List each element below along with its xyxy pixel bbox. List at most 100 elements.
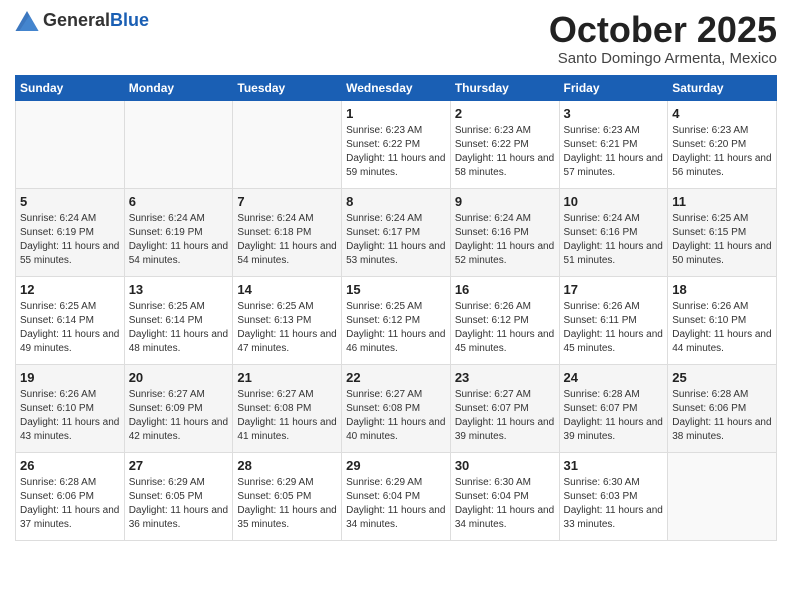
day-number: 21 — [237, 370, 337, 385]
day-info: Sunrise: 6:29 AMSunset: 6:05 PMDaylight:… — [237, 476, 337, 532]
location-subtitle: Santo Domingo Armenta, Mexico — [549, 50, 777, 67]
day-number: 7 — [237, 194, 337, 209]
day-info: Sunrise: 6:30 AMSunset: 6:03 PMDaylight:… — [564, 476, 664, 532]
calendar-day-cell — [16, 100, 125, 188]
calendar-day-cell: 5 Sunrise: 6:24 AMSunset: 6:19 PMDaylight… — [16, 188, 125, 276]
day-number: 29 — [346, 458, 446, 473]
day-info: Sunrise: 6:25 AMSunset: 6:14 PMDaylight:… — [129, 300, 229, 356]
calendar-day-cell: 29 Sunrise: 6:29 AMSunset: 6:04 PMDayligh… — [342, 452, 451, 540]
day-info: Sunrise: 6:30 AMSunset: 6:04 PMDaylight:… — [455, 476, 555, 532]
day-info: Sunrise: 6:23 AMSunset: 6:22 PMDaylight:… — [455, 124, 555, 180]
calendar-day-cell: 6 Sunrise: 6:24 AMSunset: 6:19 PMDaylight… — [124, 188, 233, 276]
day-info: Sunrise: 6:25 AMSunset: 6:14 PMDaylight:… — [20, 300, 120, 356]
day-number: 8 — [346, 194, 446, 209]
weekday-header-friday: Friday — [559, 75, 668, 100]
calendar-week-row: 1Sunrise: 6:23 AMSunset: 6:22 PMDaylight… — [16, 100, 777, 188]
day-info: Sunrise: 6:26 AMSunset: 6:12 PMDaylight:… — [455, 300, 555, 356]
day-number: 12 — [20, 282, 120, 297]
calendar-day-cell: 24 Sunrise: 6:28 AMSunset: 6:07 PMDayligh… — [559, 364, 668, 452]
day-info: Sunrise: 6:28 AMSunset: 6:07 PMDaylight:… — [564, 388, 664, 444]
day-info: Sunrise: 6:23 AMSunset: 6:21 PMDaylight:… — [564, 124, 664, 180]
day-number: 24 — [564, 370, 664, 385]
day-info: Sunrise: 6:27 AMSunset: 6:08 PMDaylight:… — [237, 388, 337, 444]
day-number: 4 — [672, 106, 772, 121]
day-number: 14 — [237, 282, 337, 297]
calendar-day-cell: 10 Sunrise: 6:24 AMSunset: 6:16 PMDayligh… — [559, 188, 668, 276]
page-header: GeneralBlue October 2025 Santo Domingo A… — [15, 10, 777, 67]
calendar-day-cell — [668, 452, 777, 540]
calendar-day-cell: 3Sunrise: 6:23 AMSunset: 6:21 PMDaylight… — [559, 100, 668, 188]
calendar-day-cell: 23 Sunrise: 6:27 AMSunset: 6:07 PMDayligh… — [450, 364, 559, 452]
day-number: 16 — [455, 282, 555, 297]
day-info: Sunrise: 6:29 AMSunset: 6:04 PMDaylight:… — [346, 476, 446, 532]
day-number: 10 — [564, 194, 664, 209]
day-number: 13 — [129, 282, 229, 297]
calendar-day-cell: 4 Sunrise: 6:23 AMSunset: 6:20 PMDaylight… — [668, 100, 777, 188]
weekday-header-wednesday: Wednesday — [342, 75, 451, 100]
calendar-week-row: 19Sunrise: 6:26 AMSunset: 6:10 PMDayligh… — [16, 364, 777, 452]
day-info: Sunrise: 6:24 AMSunset: 6:16 PMDaylight:… — [455, 212, 555, 268]
calendar-day-cell — [124, 100, 233, 188]
day-number: 26 — [20, 458, 120, 473]
day-info: Sunrise: 6:24 AMSunset: 6:19 PMDaylight:… — [20, 212, 120, 268]
calendar-day-cell: 18 Sunrise: 6:26 AMSunset: 6:10 PMDayligh… — [668, 276, 777, 364]
day-info: Sunrise: 6:29 AMSunset: 6:05 PMDaylight:… — [129, 476, 229, 532]
day-info: Sunrise: 6:24 AMSunset: 6:16 PMDaylight:… — [564, 212, 664, 268]
calendar-day-cell: 28 Sunrise: 6:29 AMSunset: 6:05 PMDayligh… — [233, 452, 342, 540]
calendar-day-cell: 1Sunrise: 6:23 AMSunset: 6:22 PMDaylight… — [342, 100, 451, 188]
calendar-day-cell: 2Sunrise: 6:23 AMSunset: 6:22 PMDaylight… — [450, 100, 559, 188]
day-info: Sunrise: 6:27 AMSunset: 6:07 PMDaylight:… — [455, 388, 555, 444]
day-info: Sunrise: 6:23 AMSunset: 6:22 PMDaylight:… — [346, 124, 446, 180]
weekday-header-saturday: Saturday — [668, 75, 777, 100]
calendar-week-row: 12 Sunrise: 6:25 AMSunset: 6:14 PMDayligh… — [16, 276, 777, 364]
day-info: Sunrise: 6:24 AMSunset: 6:17 PMDaylight:… — [346, 212, 446, 268]
weekday-header-monday: Monday — [124, 75, 233, 100]
day-number: 15 — [346, 282, 446, 297]
calendar-day-cell: 16 Sunrise: 6:26 AMSunset: 6:12 PMDayligh… — [450, 276, 559, 364]
calendar-day-cell: 22 Sunrise: 6:27 AMSunset: 6:08 PMDayligh… — [342, 364, 451, 452]
logo: GeneralBlue — [15, 10, 149, 31]
day-info: Sunrise: 6:25 AMSunset: 6:15 PMDaylight:… — [672, 212, 772, 268]
logo-icon — [15, 11, 39, 31]
day-number: 11 — [672, 194, 772, 209]
calendar-day-cell: 17Sunrise: 6:26 AMSunset: 6:11 PMDayligh… — [559, 276, 668, 364]
calendar-day-cell: 13 Sunrise: 6:25 AMSunset: 6:14 PMDayligh… — [124, 276, 233, 364]
calendar-day-cell: 25Sunrise: 6:28 AMSunset: 6:06 PMDayligh… — [668, 364, 777, 452]
day-info: Sunrise: 6:26 AMSunset: 6:11 PMDaylight:… — [564, 300, 664, 356]
calendar-day-cell: 11 Sunrise: 6:25 AMSunset: 6:15 PMDayligh… — [668, 188, 777, 276]
weekday-header-thursday: Thursday — [450, 75, 559, 100]
day-number: 5 — [20, 194, 120, 209]
day-number: 9 — [455, 194, 555, 209]
day-number: 20 — [129, 370, 229, 385]
day-info: Sunrise: 6:24 AMSunset: 6:18 PMDaylight:… — [237, 212, 337, 268]
day-number: 19 — [20, 370, 120, 385]
day-info: Sunrise: 6:27 AMSunset: 6:08 PMDaylight:… — [346, 388, 446, 444]
calendar-day-cell: 8 Sunrise: 6:24 AMSunset: 6:17 PMDaylight… — [342, 188, 451, 276]
day-number: 31 — [564, 458, 664, 473]
calendar-week-row: 26 Sunrise: 6:28 AMSunset: 6:06 PMDayligh… — [16, 452, 777, 540]
day-info: Sunrise: 6:24 AMSunset: 6:19 PMDaylight:… — [129, 212, 229, 268]
title-block: October 2025 Santo Domingo Armenta, Mexi… — [549, 10, 777, 67]
calendar-day-cell: 31 Sunrise: 6:30 AMSunset: 6:03 PMDayligh… — [559, 452, 668, 540]
day-info: Sunrise: 6:25 AMSunset: 6:13 PMDaylight:… — [237, 300, 337, 356]
weekday-header-tuesday: Tuesday — [233, 75, 342, 100]
logo-text: GeneralBlue — [43, 10, 149, 31]
day-info: Sunrise: 6:23 AMSunset: 6:20 PMDaylight:… — [672, 124, 772, 180]
day-info: Sunrise: 6:26 AMSunset: 6:10 PMDaylight:… — [672, 300, 772, 356]
day-number: 6 — [129, 194, 229, 209]
logo-blue: Blue — [110, 10, 149, 30]
day-info: Sunrise: 6:25 AMSunset: 6:12 PMDaylight:… — [346, 300, 446, 356]
month-title: October 2025 — [549, 10, 777, 50]
day-number: 30 — [455, 458, 555, 473]
day-number: 23 — [455, 370, 555, 385]
weekday-header-sunday: Sunday — [16, 75, 125, 100]
calendar-day-cell: 21 Sunrise: 6:27 AMSunset: 6:08 PMDayligh… — [233, 364, 342, 452]
day-number: 18 — [672, 282, 772, 297]
calendar-day-cell: 27Sunrise: 6:29 AMSunset: 6:05 PMDayligh… — [124, 452, 233, 540]
day-number: 22 — [346, 370, 446, 385]
calendar-table: SundayMondayTuesdayWednesdayThursdayFrid… — [15, 75, 777, 541]
day-number: 28 — [237, 458, 337, 473]
calendar-day-cell: 20Sunrise: 6:27 AMSunset: 6:09 PMDayligh… — [124, 364, 233, 452]
calendar-day-cell: 14 Sunrise: 6:25 AMSunset: 6:13 PMDayligh… — [233, 276, 342, 364]
day-info: Sunrise: 6:28 AMSunset: 6:06 PMDaylight:… — [20, 476, 120, 532]
